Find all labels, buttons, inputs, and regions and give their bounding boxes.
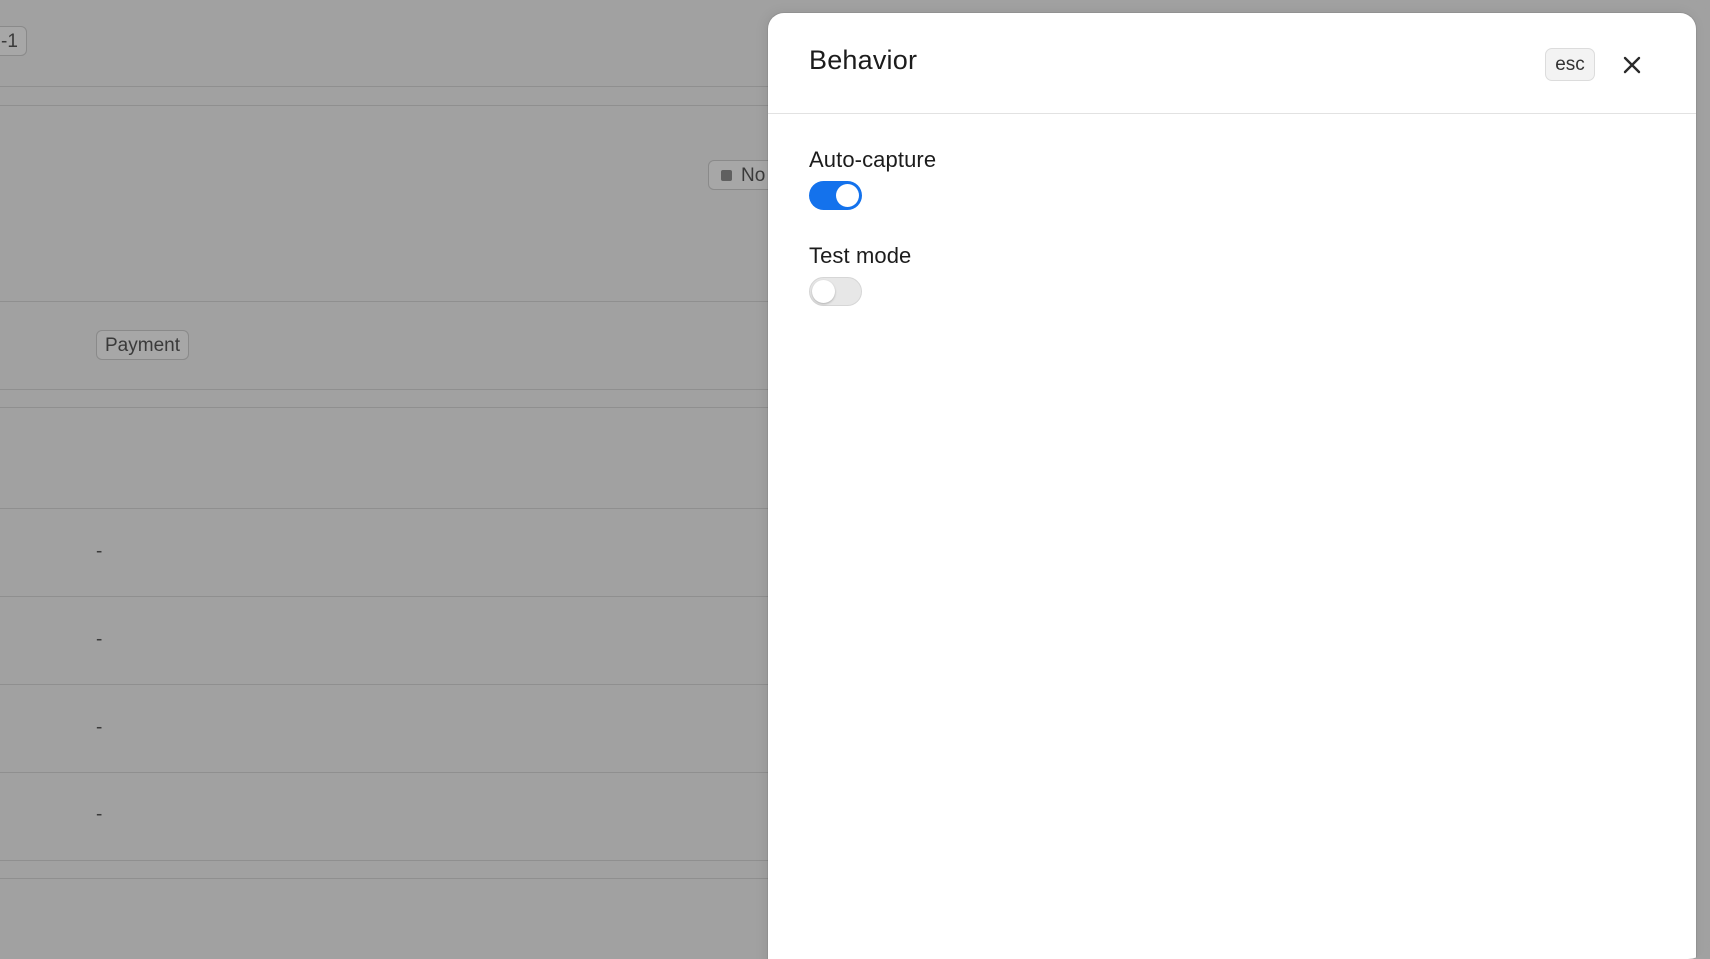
test-mode-toggle[interactable] — [809, 277, 862, 306]
background-page: -1 No Payment - - - - — [0, 0, 779, 959]
toggle-knob — [812, 280, 835, 303]
divider — [0, 86, 770, 87]
divider — [0, 860, 770, 861]
divider — [0, 684, 770, 685]
panel-header: Behavior esc — [768, 13, 1696, 114]
divider — [0, 301, 770, 302]
divider — [0, 389, 770, 390]
empty-value: - — [96, 541, 103, 562]
auto-capture-toggle[interactable] — [809, 181, 862, 210]
close-button[interactable] — [1618, 51, 1646, 79]
divider — [0, 508, 770, 509]
status-square-icon — [721, 170, 732, 181]
divider — [0, 878, 770, 879]
divider — [0, 772, 770, 773]
behavior-panel: Behavior esc Auto-capture Test mode — [768, 13, 1696, 959]
esc-key-hint: esc — [1545, 48, 1595, 81]
empty-value: - — [96, 804, 103, 825]
payment-chip: Payment — [96, 330, 189, 360]
setting-test-mode: Test mode — [809, 243, 911, 306]
panel-title: Behavior — [809, 45, 918, 75]
status-chip-label: No — [741, 165, 766, 186]
divider — [0, 407, 770, 408]
setting-auto-capture: Auto-capture — [809, 147, 936, 210]
value-chip: -1 — [0, 26, 27, 56]
app-frame: -1 No Payment - - - - Behavior esc Auto-… — [0, 0, 1710, 959]
divider — [0, 596, 770, 597]
close-icon — [1623, 56, 1641, 74]
setting-label: Test mode — [809, 243, 912, 268]
empty-value: - — [96, 717, 103, 738]
toggle-knob — [836, 184, 859, 207]
divider — [0, 105, 770, 106]
empty-value: - — [96, 629, 103, 650]
setting-label: Auto-capture — [809, 147, 937, 172]
